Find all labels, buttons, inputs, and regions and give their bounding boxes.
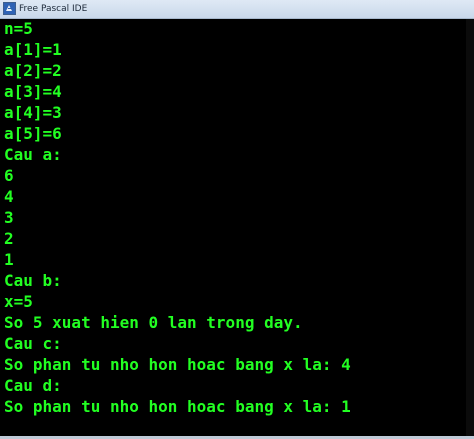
console-line: x=5 (4, 292, 33, 311)
console-line: 2 (4, 229, 14, 248)
console-line: So phan tu nho hon hoac bang x la: 4 (4, 355, 351, 374)
console-line: Cau a: (4, 145, 62, 164)
console-line: Cau c: (4, 334, 62, 353)
console-line: 4 (4, 187, 14, 206)
console-line: 1 (4, 250, 14, 269)
console-line: So phan tu nho hon hoac bang x la: 1 (4, 397, 351, 416)
window-title: Free Pascal IDE (19, 4, 88, 14)
console-line: Cau d: (4, 376, 62, 395)
console-line: a[1]=1 (4, 40, 62, 59)
console-line: a[2]=2 (4, 61, 62, 80)
console-line: Cau b: (4, 271, 62, 290)
title-bar[interactable]: Free Pascal IDE (0, 0, 474, 19)
console-line: a[4]=3 (4, 103, 62, 122)
console-line: n=5 (4, 19, 33, 38)
console-line: a[5]=6 (4, 124, 62, 143)
free-pascal-app-icon[interactable] (3, 2, 16, 15)
console-line: 3 (4, 208, 14, 227)
free-pascal-ide-window: Free Pascal IDE n=5 a[1]=1 a[2]=2 a[3]=4… (0, 0, 474, 439)
console-scrollbar[interactable] (466, 19, 474, 439)
console-line: a[3]=4 (4, 82, 62, 101)
console-line: 6 (4, 166, 14, 185)
console-output: n=5 a[1]=1 a[2]=2 a[3]=4 a[4]=3 a[5]=6 C… (0, 19, 466, 439)
console-line: So 5 xuat hien 0 lan trong day. (4, 313, 303, 332)
